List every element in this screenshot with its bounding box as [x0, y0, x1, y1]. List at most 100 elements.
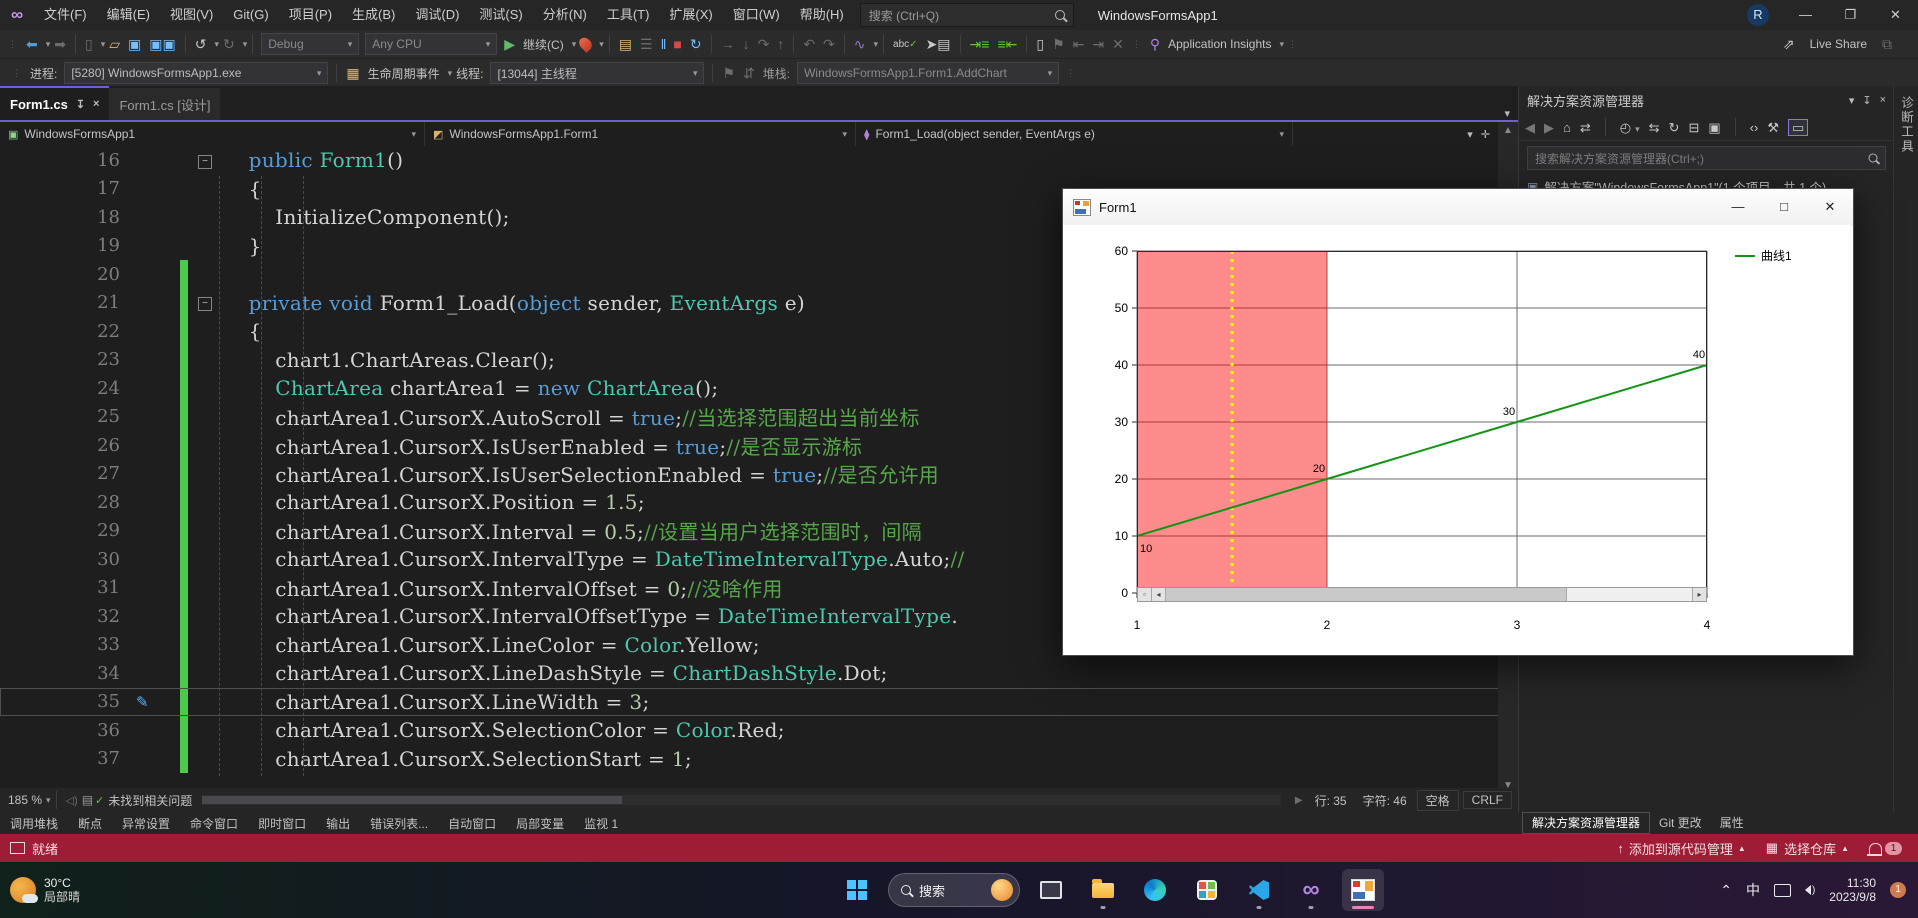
- minimize-button[interactable]: —: [1783, 0, 1828, 30]
- performance-caret-icon[interactable]: ▾: [874, 39, 879, 50]
- file-explorer-button[interactable]: [1082, 869, 1124, 911]
- continue-caret-icon[interactable]: ▾: [572, 39, 577, 50]
- hot-reload-caret-icon[interactable]: ▾: [599, 39, 604, 50]
- tool-tab-9[interactable]: 监视 1: [574, 815, 628, 832]
- thread-dropdown[interactable]: [13044] 主线程 ▾: [490, 62, 705, 84]
- indent-icon[interactable]: ⇥≡: [966, 36, 994, 53]
- save-all-icon[interactable]: ▣▣: [145, 36, 179, 53]
- lifecycle-events-button[interactable]: 生命周期事件: [368, 65, 440, 82]
- tab-form1-cs-design[interactable]: Form1.cs [设计]: [109, 88, 221, 120]
- live-share-icon[interactable]: ⇗: [1779, 36, 1799, 53]
- task-view-button[interactable]: [1030, 869, 1072, 911]
- application-insights-icon[interactable]: ⚲: [1146, 36, 1164, 53]
- step-over-icon[interactable]: ↷: [754, 36, 774, 53]
- taskbar-search[interactable]: 搜索: [888, 873, 1020, 907]
- chart-scroll-right-icon[interactable]: ▸: [1692, 588, 1706, 601]
- chart-scroll-left-icon[interactable]: ◂: [1152, 588, 1166, 601]
- navigate-back-icon[interactable]: ⬅: [22, 36, 42, 53]
- code-line-36[interactable]: 36 chartArea1.CursorX.SelectionColor = C…: [0, 716, 1518, 745]
- pin-icon[interactable]: ↧: [76, 98, 85, 111]
- tool-tab-6[interactable]: 错误列表...: [360, 815, 438, 832]
- sol-back-icon[interactable]: ◀: [1525, 121, 1535, 134]
- open-folder-icon[interactable]: ▱: [105, 36, 124, 53]
- application-insights-button[interactable]: Application Insights: [1168, 37, 1271, 51]
- redo-icon[interactable]: ↻: [219, 36, 239, 53]
- continue-play-icon[interactable]: ▶: [500, 36, 519, 53]
- char-indicator[interactable]: 字符: 46: [1363, 792, 1407, 809]
- chart-plot[interactable]: 0 10 20 30 40 50 60 1 2 3 4 10 20 30 40 曲线1: [1063, 225, 1851, 639]
- prev-bookmark-icon[interactable]: ⇤: [1069, 36, 1089, 53]
- chart-horizontal-scrollbar[interactable]: ▫ ◂ ▸: [1137, 587, 1707, 602]
- weather-widget[interactable]: 30°C 局部晴: [10, 876, 80, 904]
- tool-tab-8[interactable]: 局部变量: [506, 815, 574, 832]
- fold-collapse-icon[interactable]: −: [198, 154, 212, 169]
- menu-item-12[interactable]: 帮助(H): [790, 0, 854, 30]
- ime-indicator[interactable]: 中: [1746, 880, 1760, 900]
- flag-threads-icon[interactable]: ⚑: [718, 65, 739, 82]
- code-line-35[interactable]: 35 ✎ chartArea1.CursorX.LineWidth = 3;: [0, 687, 1518, 716]
- menu-item-5[interactable]: 生成(B): [342, 0, 405, 30]
- select-repository-button[interactable]: ▦ 选择仓库 ▲: [1766, 839, 1849, 858]
- form1-titlebar[interactable]: Form1 — □ ✕: [1063, 189, 1853, 226]
- health-status[interactable]: 未找到相关问题: [108, 792, 192, 809]
- hscroll-thumb[interactable]: [202, 796, 623, 804]
- panel-tab-0[interactable]: 解决方案资源管理器: [1522, 812, 1651, 834]
- editor-horizontal-scrollbar[interactable]: [202, 795, 1281, 805]
- redo-nav-icon[interactable]: ↷: [819, 36, 839, 53]
- code-line-37[interactable]: 37 chartArea1.CursorX.SelectionStart = 1…: [0, 744, 1518, 773]
- live-share-button[interactable]: Live Share: [1810, 37, 1867, 51]
- zoom-caret-icon[interactable]: ▾: [46, 795, 51, 806]
- tab-form1-cs[interactable]: Form1.cs ↧ ×: [0, 86, 110, 120]
- tool-tab-1[interactable]: 断点: [68, 815, 112, 832]
- tool-tab-5[interactable]: 输出: [316, 815, 360, 832]
- sync-active-doc-icon[interactable]: ⇄: [1580, 121, 1591, 134]
- account-avatar[interactable]: R: [1747, 4, 1769, 26]
- menu-item-7[interactable]: 测试(S): [469, 0, 532, 30]
- project-dropdown[interactable]: ▣ WindowsFormsApp1 ▾: [0, 122, 425, 146]
- scroll-right-icon[interactable]: ▶: [1291, 795, 1307, 806]
- network-icon[interactable]: [1773, 883, 1791, 897]
- step-out-icon[interactable]: ↑: [773, 36, 788, 52]
- type-dropdown[interactable]: ◩ WindowsFormsApp1.Form1 ▾: [425, 122, 856, 146]
- zoom-level[interactable]: 185 %: [8, 793, 42, 807]
- save-icon[interactable]: ▣: [124, 36, 145, 53]
- quick-search-input[interactable]: 搜索 (Ctrl+Q): [859, 3, 1074, 27]
- sol-forward-icon[interactable]: ▶: [1544, 121, 1554, 134]
- menu-item-10[interactable]: 扩展(X): [659, 0, 722, 30]
- show-next-statement-icon[interactable]: →: [717, 36, 739, 52]
- toolbar-grip-3[interactable]: ⋮: [1288, 39, 1298, 50]
- menu-item-3[interactable]: Git(G): [223, 0, 278, 30]
- menu-item-9[interactable]: 工具(T): [597, 0, 660, 30]
- panel-caret-icon[interactable]: ▾: [1849, 94, 1855, 107]
- code-line-16[interactable]: 16 − public Form1(): [0, 146, 1518, 175]
- panel-tab-1[interactable]: Git 更改: [1650, 813, 1711, 833]
- menu-item-1[interactable]: 编辑(E): [97, 0, 160, 30]
- winforms-app-button[interactable]: [1342, 869, 1384, 911]
- visual-studio-button[interactable]: ∞: [1290, 869, 1332, 911]
- outdent-icon[interactable]: ≡⇤: [993, 36, 1021, 53]
- box-select-icon[interactable]: ▯: [1032, 36, 1048, 53]
- store-button[interactable]: [1186, 869, 1228, 911]
- new-file-icon[interactable]: ▯: [81, 36, 97, 53]
- hot-reload-icon[interactable]: [576, 35, 595, 53]
- lifecycle-caret-icon[interactable]: ▾: [448, 68, 453, 79]
- process-dropdown[interactable]: [5280] WindowsFormsApp1.exe ▾: [64, 62, 329, 84]
- member-dropdown[interactable]: ⧫ Form1_Load(object sender, EventArgs e)…: [856, 122, 1293, 146]
- panel-close-icon[interactable]: ×: [1880, 94, 1886, 106]
- tool-tab-3[interactable]: 命令窗口: [180, 815, 248, 832]
- edge-button[interactable]: [1134, 869, 1176, 911]
- break-all-list-icon[interactable]: ☰: [636, 36, 657, 53]
- scroll-up-icon[interactable]: ▲: [1498, 125, 1518, 136]
- add-to-source-control-button[interactable]: ↑ 添加到源代码管理 ▲: [1617, 839, 1745, 858]
- speaker-icon[interactable]: ◁): [62, 794, 82, 807]
- clock[interactable]: 11:30 2023/9/8: [1829, 876, 1876, 904]
- toolbar-grip[interactable]: ⋮: [8, 39, 18, 50]
- code-line-34[interactable]: 34 chartArea1.CursorX.LineDashStyle = Ch…: [0, 659, 1518, 688]
- menu-item-4[interactable]: 项目(P): [279, 0, 342, 30]
- menu-item-6[interactable]: 调试(D): [405, 0, 469, 30]
- step-into-icon[interactable]: ↓: [739, 36, 754, 52]
- start-button[interactable]: [836, 869, 878, 911]
- pointer-doc-icon[interactable]: ➤▤: [922, 36, 955, 53]
- form-close-button[interactable]: ✕: [1807, 190, 1853, 224]
- undo-nav-icon[interactable]: ↶: [799, 36, 819, 53]
